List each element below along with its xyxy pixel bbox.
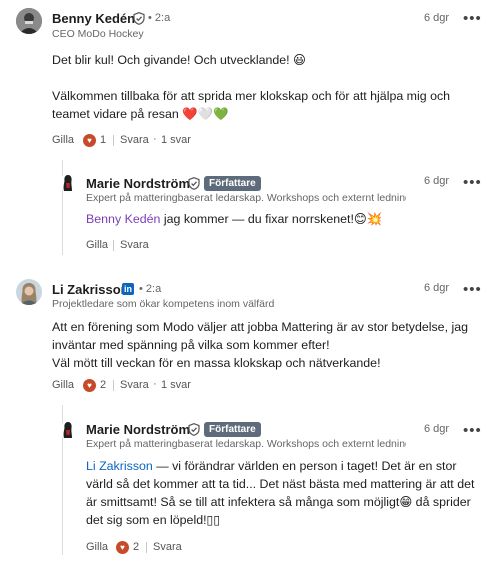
- more-horizontal-icon[interactable]: •••: [463, 282, 482, 297]
- avatar[interactable]: [59, 421, 77, 439]
- author-name[interactable]: Marie Nordström: [86, 422, 190, 437]
- separator-dot: ·: [153, 133, 157, 145]
- avatar[interactable]: [16, 279, 42, 305]
- divider: [113, 380, 114, 391]
- comment-line: Det blir kul! Och givande! Och utvecklan…: [52, 53, 306, 67]
- reaction-count[interactable]: 1: [100, 134, 106, 146]
- divider: [113, 135, 114, 146]
- timestamp: 6 dgr: [424, 423, 450, 435]
- like-button[interactable]: Gilla: [52, 134, 74, 146]
- timestamp: 6 dgr: [424, 12, 450, 24]
- connection-degree: • 2:a: [139, 283, 162, 295]
- divider: [146, 542, 147, 553]
- like-button[interactable]: Gilla: [86, 541, 108, 553]
- comment-line: Li Zakrisson — vi förändrar världen en p…: [86, 457, 486, 475]
- avatar[interactable]: [16, 8, 42, 34]
- replies-count[interactable]: 1 svar: [161, 379, 191, 391]
- avatar[interactable]: [59, 174, 77, 192]
- comment-line: Väl mött till veckan för en massa kloksk…: [52, 356, 381, 370]
- author-badge: Författare: [204, 176, 261, 191]
- timestamp: 6 dgr: [424, 175, 450, 187]
- heart-reaction-icon[interactable]: ♥: [83, 134, 96, 147]
- reply-button[interactable]: Svara: [120, 239, 149, 251]
- comment-line: teamet vidare på resan ❤️🤍💚: [52, 107, 229, 121]
- comment-line: inväntar med spänning på vilka som komme…: [52, 338, 330, 352]
- comment-body: Li Zakrisson — vi förändrar världen en p…: [86, 457, 486, 529]
- comment-text: jag kommer — du fixar norrskenet!😊💥: [160, 212, 383, 226]
- more-horizontal-icon[interactable]: •••: [463, 11, 482, 26]
- comment-line: det sig som en löpeld!▯▯: [86, 513, 221, 527]
- heart-reaction-icon[interactable]: ♥: [116, 541, 129, 554]
- more-horizontal-icon[interactable]: •••: [463, 423, 482, 438]
- reaction-count[interactable]: 2: [133, 541, 139, 553]
- author-name[interactable]: Benny Kedén: [52, 11, 135, 26]
- comment-body: Det blir kul! Och givande! Och utvecklan…: [52, 51, 482, 123]
- reply-button[interactable]: Svara: [120, 379, 149, 391]
- like-button[interactable]: Gilla: [86, 239, 108, 251]
- linkedin-premium-icon: in: [122, 283, 134, 295]
- author-headline: Expert på matteringbaserat ledarskap. Wo…: [86, 438, 406, 450]
- reply-button[interactable]: Svara: [120, 134, 149, 146]
- replies-count[interactable]: 1 svar: [161, 134, 191, 146]
- separator-dot: ·: [153, 378, 157, 390]
- more-horizontal-icon[interactable]: •••: [463, 175, 482, 190]
- comment-body: Att en förening som Modo väljer att jobb…: [52, 318, 492, 372]
- author-headline: CEO MoDo Hockey: [52, 28, 144, 40]
- author-headline: Expert på matteringbaserat ledarskap. Wo…: [86, 192, 406, 204]
- heart-reaction-icon[interactable]: ♥: [83, 379, 96, 392]
- comment-line: värld så det kommer att ta tid... Det nä…: [86, 477, 475, 491]
- divider: [113, 240, 114, 251]
- like-button[interactable]: Gilla: [52, 379, 74, 391]
- author-name[interactable]: Li Zakrisson: [52, 282, 129, 297]
- connection-degree: • 2:a: [148, 12, 171, 24]
- comment-text: — vi förändrar världen en person i taget…: [152, 459, 457, 473]
- comment-line: Välkommen tillbaka för att sprida mer kl…: [52, 89, 451, 103]
- mention-link[interactable]: Li Zakrisson: [86, 459, 153, 473]
- reaction-count[interactable]: 2: [100, 379, 106, 391]
- author-badge: Författare: [204, 422, 261, 437]
- author-name[interactable]: Marie Nordström: [86, 176, 190, 191]
- comment-line: är smittsamt! Så se till att infektera s…: [86, 495, 471, 509]
- reply-button[interactable]: Svara: [153, 541, 182, 553]
- author-headline: Projektledare som ökar kompetens inom vä…: [52, 298, 275, 310]
- comment-body: Benny Kedén jag kommer — du fixar norrsk…: [86, 210, 476, 228]
- comment-line: Att en förening som Modo väljer att jobb…: [52, 320, 468, 334]
- timestamp: 6 dgr: [424, 282, 450, 294]
- mention-link[interactable]: Benny Kedén: [86, 212, 160, 226]
